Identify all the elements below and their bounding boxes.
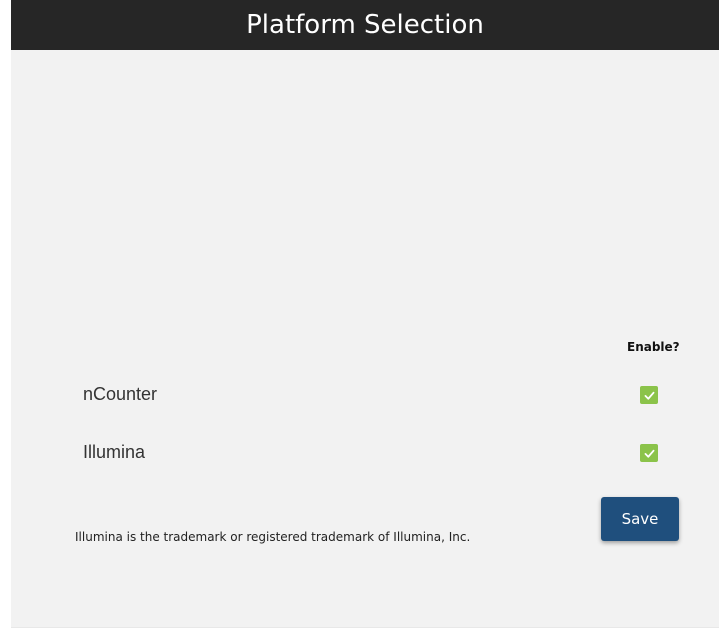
platform-selection-dialog: Platform Selection Enable? nCounter Illu… <box>11 0 719 628</box>
platform-row-illumina: Illumina <box>11 438 719 468</box>
enable-checkbox-illumina[interactable] <box>640 444 658 462</box>
enable-column-label: Enable? <box>627 340 680 354</box>
platform-row-ncounter: nCounter <box>11 380 719 410</box>
check-icon <box>644 449 654 458</box>
enable-checkbox-ncounter[interactable] <box>640 386 658 404</box>
platform-name: Illumina <box>83 442 146 462</box>
check-icon <box>644 391 654 400</box>
page-title-text: Platform Selection <box>246 10 484 40</box>
platform-name: nCounter <box>83 384 158 404</box>
trademark-notice: Illumina is the trademark or registered … <box>75 530 471 544</box>
save-button[interactable]: Save <box>601 497 679 541</box>
page-title: Platform Selection <box>11 0 719 50</box>
